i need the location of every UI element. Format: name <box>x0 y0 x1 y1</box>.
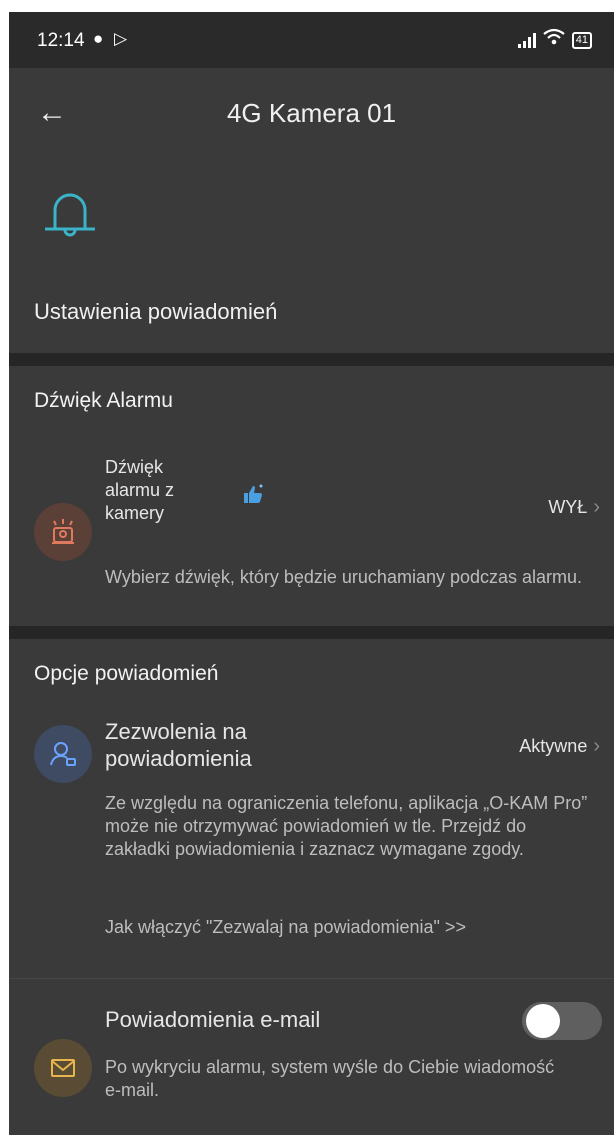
thumbs-up-icon <box>241 483 265 510</box>
status-notification-icons: ● ▷ <box>93 29 127 49</box>
chevron-right-icon: › <box>593 496 600 518</box>
phone-screen: 12:14 ● ▷ 41 ← 4G Kamera 01 Ustawienia p… <box>9 12 614 1135</box>
bell-icon <box>39 184 101 251</box>
alarm-title-line: alarmu z <box>105 480 175 500</box>
permissions-description: Ze względu na ograniczenia telefonu, apl… <box>105 793 588 859</box>
alarm-sound-value-text: WYŁ <box>548 497 588 517</box>
chevron-right-icon: › <box>593 735 600 757</box>
alarm-sound-value[interactable]: WYŁ › <box>548 496 600 519</box>
status-right-icons: 41 <box>517 28 592 52</box>
status-time: 12:14 <box>37 30 85 51</box>
app-bar: ← 4G Kamera 01 <box>9 68 614 164</box>
page-title: 4G Kamera 01 <box>226 98 397 128</box>
alarm-sound-description: Wybierz dźwięk, który będzie uruchamiany… <box>105 567 583 587</box>
battery-icon: 41 <box>571 31 592 49</box>
alarm-title-line: Dźwięk <box>105 457 164 477</box>
signal-icon <box>517 32 536 48</box>
siren-icon <box>34 503 92 561</box>
wifi-icon <box>543 28 565 52</box>
notifications-section-header: Opcje powiadomień <box>34 662 219 685</box>
alarm-title-line: kamery <box>105 503 165 523</box>
section-divider <box>9 626 614 639</box>
permissions-title: Zezwolenia na powiadomienia <box>105 718 252 772</box>
mail-icon <box>34 1039 92 1097</box>
permissions-title-line: Zezwolenia na <box>105 719 247 744</box>
toggle-knob <box>526 1004 560 1038</box>
user-notification-icon <box>34 725 92 783</box>
email-notifications-title: Powiadomienia e-mail <box>105 1007 321 1032</box>
status-bar: 12:14 ● ▷ 41 <box>9 12 614 68</box>
permissions-title-line: powiadomienia <box>105 746 252 771</box>
email-notifications-description: Po wykryciu alarmu, system wyśle do Cieb… <box>105 1057 555 1100</box>
alarm-sound-title: Dźwięk alarmu z kamery <box>105 456 174 525</box>
section-divider <box>9 353 614 366</box>
enable-notifications-help-link[interactable]: Jak włączyć "Zezwalaj na powiadomienia" … <box>105 916 466 939</box>
email-notifications-toggle[interactable] <box>522 1002 602 1040</box>
permissions-value-text: Aktywne <box>519 736 588 756</box>
alarm-section-header: Dźwięk Alarmu <box>34 389 173 412</box>
chat-bubble-icon: ● <box>93 29 104 48</box>
row-separator <box>9 978 614 979</box>
play-store-icon: ▷ <box>114 29 128 48</box>
settings-heading: Ustawienia powiadomień <box>34 299 278 324</box>
permissions-value[interactable]: Aktywne › <box>519 735 600 758</box>
